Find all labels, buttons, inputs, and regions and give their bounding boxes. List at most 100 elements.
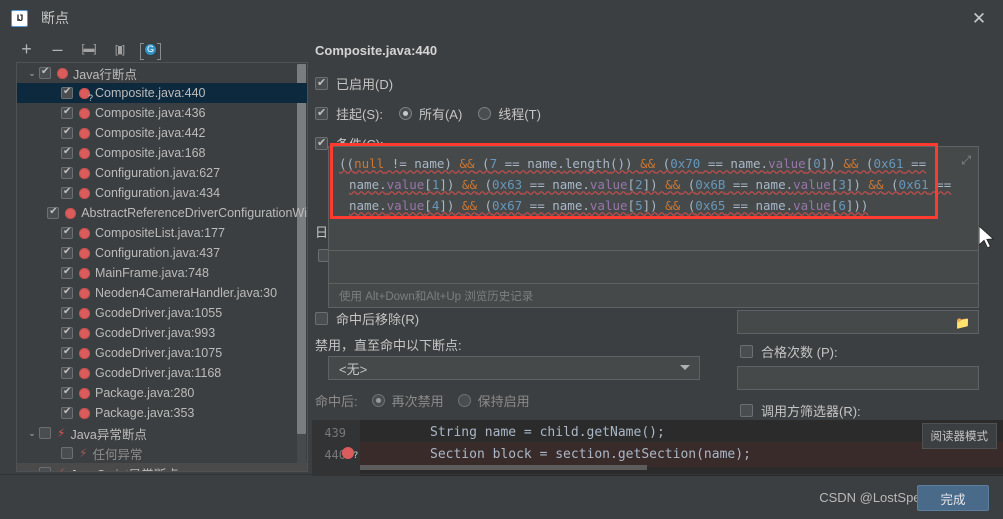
exception-bolt-icon: ⚡ xyxy=(57,426,66,440)
tree-row-checkbox[interactable] xyxy=(61,166,73,179)
disable-until-combo[interactable]: <无> xyxy=(328,356,700,380)
close-icon[interactable]: ✕ xyxy=(969,8,989,28)
suspend-thread-radio[interactable] xyxy=(478,107,492,120)
tree-toolbar: [▬] [▮] G xyxy=(8,36,308,62)
tree-row-label: Neoden4CameraHandler.java:30 xyxy=(95,286,278,300)
tree-row[interactable]: ⌄Composite.java:442 xyxy=(17,123,307,143)
tree-row-checkbox[interactable] xyxy=(47,206,60,219)
tree-row[interactable]: ⌄GcodeDriver.java:1075 xyxy=(17,343,307,363)
tree-row-checkbox[interactable] xyxy=(61,346,73,359)
condition-code-line: ((null != name) && (7 == name.length()) … xyxy=(339,156,927,171)
code-preview[interactable]: 439 String name = child.getName(); 440 S… xyxy=(312,420,1003,476)
tree-row-checkbox[interactable] xyxy=(61,106,73,119)
suspend-thread-option[interactable]: 线程(T) xyxy=(478,104,541,123)
tree-row[interactable]: ⌄Configuration.java:627 xyxy=(17,163,307,183)
breakpoints-tree[interactable]: ⌄Java行断点⌄Composite.java:440⌄Composite.ja… xyxy=(16,62,308,472)
tree-row-checkbox[interactable] xyxy=(61,226,73,239)
tree-row-checkbox[interactable] xyxy=(61,366,73,379)
collapse-expand-icon[interactable]: ⤢ xyxy=(961,153,971,168)
suspend-checkbox[interactable] xyxy=(315,106,328,120)
enabled-checkbox-row[interactable]: 已启用(D) xyxy=(315,74,393,93)
condition-code-line: name.value[4]) && (0x67 == name.value[5]… xyxy=(349,198,869,213)
tree-row[interactable]: ⌄AbstractReferenceDriverConfigurationWi xyxy=(17,203,307,223)
tree-row[interactable]: ⌄MainFrame.java:748 xyxy=(17,263,307,283)
pass-count-field[interactable] xyxy=(737,366,979,390)
tree-row[interactable]: ⌄GcodeDriver.java:1055 xyxy=(17,303,307,323)
tree-row-checkbox[interactable] xyxy=(61,306,73,319)
tree-row[interactable]: ⌄Composite.java:168 xyxy=(17,143,307,163)
code-line: 440 Section block = section.getSection(n… xyxy=(312,442,1003,467)
tree-row-checkbox[interactable] xyxy=(61,386,73,399)
tree-row-label: Composite.java:436 xyxy=(95,106,206,120)
tree-row-checkbox[interactable] xyxy=(61,186,73,199)
chevron-down-icon[interactable]: ⌄ xyxy=(25,468,39,472)
tree-row[interactable]: ⌄Composite.java:440 xyxy=(17,83,307,103)
mute-breakpoints-icon[interactable]: G xyxy=(140,41,161,60)
remove-breakpoint-icon[interactable] xyxy=(49,41,66,58)
enabled-label: 已启用(D) xyxy=(336,77,394,92)
condition-editor[interactable]: ((null != name) && (7 == name.length()) … xyxy=(328,146,979,251)
tree-row[interactable]: ⌄Neoden4CameraHandler.java:30 xyxy=(17,283,307,303)
suspend-all-label: 所有(A) xyxy=(418,107,463,122)
suspend-all-option[interactable]: 所有(A) xyxy=(398,104,463,123)
save-breakpoints-icon[interactable]: [▮] xyxy=(111,41,128,58)
tree-row[interactable]: ⌄ ⚡ Java异常断点 xyxy=(17,423,307,443)
breakpoints-list-panel: [▬] [▮] G ⌄Java行断点⌄Composite.java:440⌄Co… xyxy=(8,36,308,474)
tree-row-checkbox[interactable] xyxy=(39,66,51,79)
breakpoint-dot-icon xyxy=(79,407,90,419)
tree-row-label: GcodeDriver.java:1055 xyxy=(95,306,223,320)
tree-row-checkbox[interactable] xyxy=(61,326,73,339)
class-filter-field[interactable]: 📁 xyxy=(737,310,979,334)
chevron-down-icon[interactable]: ⌄ xyxy=(25,428,39,439)
after-hit-keep-enabled-option[interactable]: 保持启用 xyxy=(457,391,530,410)
tree-row-checkbox[interactable] xyxy=(39,427,51,439)
tree-row[interactable]: ⌄ ⚡ JavaScript异常断点 xyxy=(17,463,307,472)
tree-row-checkbox[interactable] xyxy=(61,146,73,159)
tree-row[interactable]: ⌄ Java行断点 xyxy=(17,63,307,83)
folder-icon[interactable]: 📁 xyxy=(955,316,970,330)
condition-code[interactable]: ((null != name) && (7 == name.length()) … xyxy=(339,153,954,216)
disable-until-label: 禁用，直至命中以下断点: xyxy=(315,338,462,353)
tree-row[interactable]: ⌄Package.java:280 xyxy=(17,383,307,403)
tree-row-checkbox[interactable] xyxy=(61,126,73,139)
tree-row[interactable]: ⌄Package.java:353 xyxy=(17,403,307,423)
add-breakpoint-icon[interactable] xyxy=(18,41,35,58)
tree-row[interactable]: ⌄GcodeDriver.java:1168 xyxy=(17,363,307,383)
pass-count-label: 合格次数 (P): xyxy=(761,345,838,360)
tree-row[interactable]: ⌄CompositeList.java:177 xyxy=(17,223,307,243)
tree-row-checkbox[interactable] xyxy=(61,447,73,459)
after-hit-disable-again-radio[interactable] xyxy=(371,394,385,407)
chevron-down-icon[interactable]: ⌄ xyxy=(25,68,39,79)
tree-row[interactable]: ⌄⚡任何异常 xyxy=(17,443,307,463)
exception-bolt-icon: ⚡ xyxy=(57,466,65,471)
dialog-title: 断点 xyxy=(41,10,69,26)
tree-row-checkbox[interactable] xyxy=(61,286,73,299)
tree-row[interactable]: ⌄Composite.java:436 xyxy=(17,103,307,123)
tree-row-label: CompositeList.java:177 xyxy=(95,226,225,240)
reader-mode-badge[interactable]: 阅读器模式 xyxy=(921,423,997,449)
tree-row-checkbox[interactable] xyxy=(61,406,73,419)
done-button[interactable]: 完成 xyxy=(917,485,989,511)
tree-row[interactable]: ⌄Configuration.java:437 xyxy=(17,243,307,263)
tree-row-checkbox[interactable] xyxy=(61,86,73,99)
caller-filter-checkbox[interactable] xyxy=(740,404,753,417)
tree-row-checkbox[interactable] xyxy=(39,467,51,471)
suspend-all-radio[interactable] xyxy=(398,107,412,120)
pass-count-checkbox[interactable] xyxy=(740,345,753,358)
condition-checkbox[interactable] xyxy=(315,136,328,150)
enabled-checkbox[interactable] xyxy=(315,76,328,90)
tree-row-checkbox[interactable] xyxy=(61,266,73,279)
pass-count-row[interactable]: 合格次数 (P): xyxy=(740,342,838,361)
group-breakpoints-icon[interactable]: [▬] xyxy=(80,41,97,58)
after-hit-row: 命中后: 再次禁用 保持启用 xyxy=(315,391,530,410)
tree-row-checkbox[interactable] xyxy=(61,246,73,259)
caller-filter-row[interactable]: 调用方筛选器(R): xyxy=(740,401,861,420)
breakpoints-dialog: IJ 断点 ✕ [▬] [▮] G ⌄Java行断点⌄Composite.jav… xyxy=(0,0,1003,519)
remove-after-hit-checkbox[interactable] xyxy=(315,312,328,325)
breakpoint-dot-icon xyxy=(79,147,90,159)
remove-after-hit-row[interactable]: 命中后移除(R) xyxy=(315,309,419,328)
tree-row[interactable]: ⌄GcodeDriver.java:993 xyxy=(17,323,307,343)
after-hit-disable-again-option[interactable]: 再次禁用 xyxy=(371,391,444,410)
tree-row[interactable]: ⌄Configuration.java:434 xyxy=(17,183,307,203)
after-hit-keep-enabled-radio[interactable] xyxy=(457,394,471,407)
